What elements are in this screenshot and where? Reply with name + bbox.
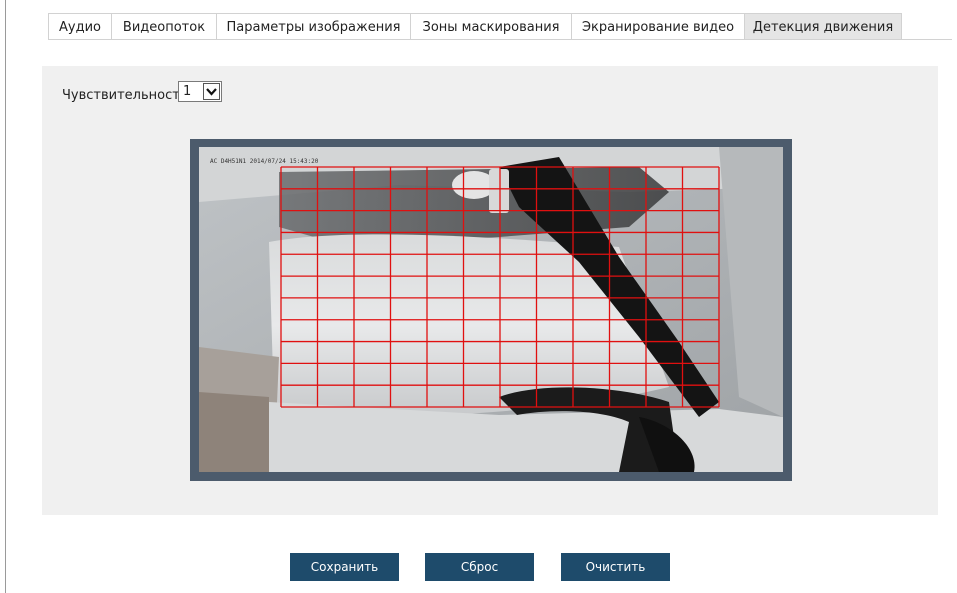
tab-video-tamper[interactable]: Экранирование видео (571, 13, 744, 40)
sensitivity-label: Чувствительность: (62, 88, 192, 103)
tab-motion-detection[interactable]: Детекция движения (744, 13, 902, 40)
sensitivity-value: 1 (183, 84, 192, 99)
sensitivity-select[interactable]: 1 (178, 81, 222, 102)
reset-button[interactable]: Сброс (425, 553, 534, 581)
tab-bar: Аудио Видеопоток Параметры изображения З… (48, 13, 902, 40)
clear-button[interactable]: Очистить (561, 553, 670, 581)
video-preview-frame: AC D4H51N1 2014/07/24 15:43:20 (190, 139, 792, 481)
tab-privacy-masks[interactable]: Зоны маскирования (410, 13, 571, 40)
tab-audio[interactable]: Аудио (48, 13, 111, 40)
osd-timestamp: AC D4H51N1 2014/07/24 15:43:20 (210, 158, 319, 165)
camera-image (199, 147, 783, 472)
tab-divider (48, 39, 952, 40)
tab-image-settings[interactable]: Параметры изображения (216, 13, 410, 40)
video-preview[interactable]: AC D4H51N1 2014/07/24 15:43:20 (199, 147, 783, 472)
tab-video-stream[interactable]: Видеопоток (111, 13, 216, 40)
save-button[interactable]: Сохранить (290, 553, 399, 581)
chevron-down-icon[interactable] (203, 83, 220, 100)
